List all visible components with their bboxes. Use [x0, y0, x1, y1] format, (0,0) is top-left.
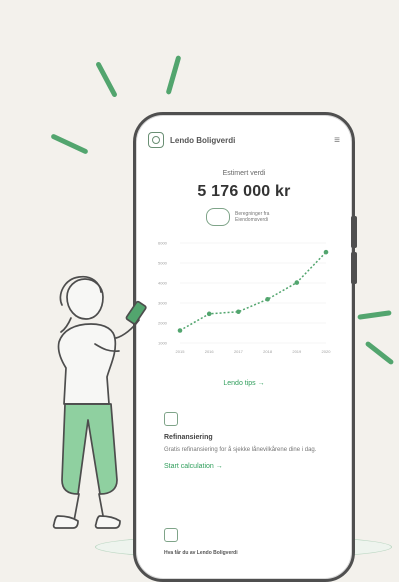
data-point: [236, 309, 241, 315]
x-tick-label: 2019: [292, 349, 302, 354]
house-icon: [206, 208, 230, 226]
x-tick-label: 2017: [234, 349, 244, 354]
bottom-title: Hva får du av Lendo Boligverdi: [164, 550, 238, 556]
data-point: [265, 296, 270, 302]
y-tick-label: 3000: [158, 301, 168, 306]
estimated-value-label: Estimert verdi: [222, 170, 266, 177]
data-point: [294, 280, 300, 285]
phone-side-button-bottom: [351, 252, 357, 284]
phone-side-button-top: [351, 216, 357, 248]
section-title: Refinansiering: [164, 434, 213, 441]
data-point: [206, 311, 212, 317]
illustration-stage: Lendo Boligverdi ≡ Estimert verdi 5 176 …: [0, 0, 399, 582]
x-tick-label: 2015: [176, 349, 186, 354]
ray-right-bottom: [364, 340, 395, 366]
badge-note: Beregninger fra Eiendomsverdi: [235, 211, 270, 223]
ray-top-left: [95, 61, 118, 98]
menu-icon[interactable]: ≡: [334, 135, 340, 146]
bottom-shield-icon: [164, 528, 178, 542]
y-tick-label: 5000: [158, 261, 168, 266]
x-tick-label: 2020: [322, 349, 332, 354]
series-line: [179, 251, 327, 332]
ray-left: [50, 133, 89, 155]
ray-top-center: [165, 55, 182, 95]
data-point: [177, 328, 183, 333]
tips-link[interactable]: Lendo tips →: [136, 380, 352, 387]
data-point: [323, 249, 329, 255]
section-body: Gratis refinansiering for å sjekke lånev…: [164, 447, 317, 453]
y-tick-label: 6000: [158, 241, 168, 246]
app-logo-icon: [148, 132, 164, 148]
refinance-card: Refinansiering Gratis refinansiering for…: [164, 412, 336, 470]
app-name: Lendo Boligverdi: [170, 135, 236, 145]
bottom-card: Hva får du av Lendo Boligverdi: [164, 528, 336, 556]
value-chart: 6000 5000 4000 3000 2000 1000 2015 2016 2017 2018…: [154, 233, 334, 368]
y-tick-label: 4000: [158, 281, 168, 286]
ray-right-top: [357, 310, 392, 320]
x-tick-label: 2018: [263, 349, 273, 354]
line-chart: 6000 5000 4000 3000 2000 1000 2015 2016 2017 2018…: [158, 241, 332, 355]
y-tick-label: 2000: [158, 321, 168, 326]
shield-icon: [164, 412, 178, 426]
app-header: Lendo Boligverdi ≡: [148, 129, 340, 151]
x-tick-label: 2016: [205, 349, 215, 354]
estimated-value: 5 176 000 kr: [197, 183, 291, 200]
person-illustration: [52, 275, 147, 529]
start-calculation-link[interactable]: Start calculation →: [164, 463, 336, 470]
estimate-badge: Beregninger fra Eiendomsverdi: [206, 208, 295, 226]
phone-mockup: Lendo Boligverdi ≡ Estimert verdi 5 176 …: [133, 112, 355, 582]
y-tick-label: 1000: [158, 341, 168, 346]
